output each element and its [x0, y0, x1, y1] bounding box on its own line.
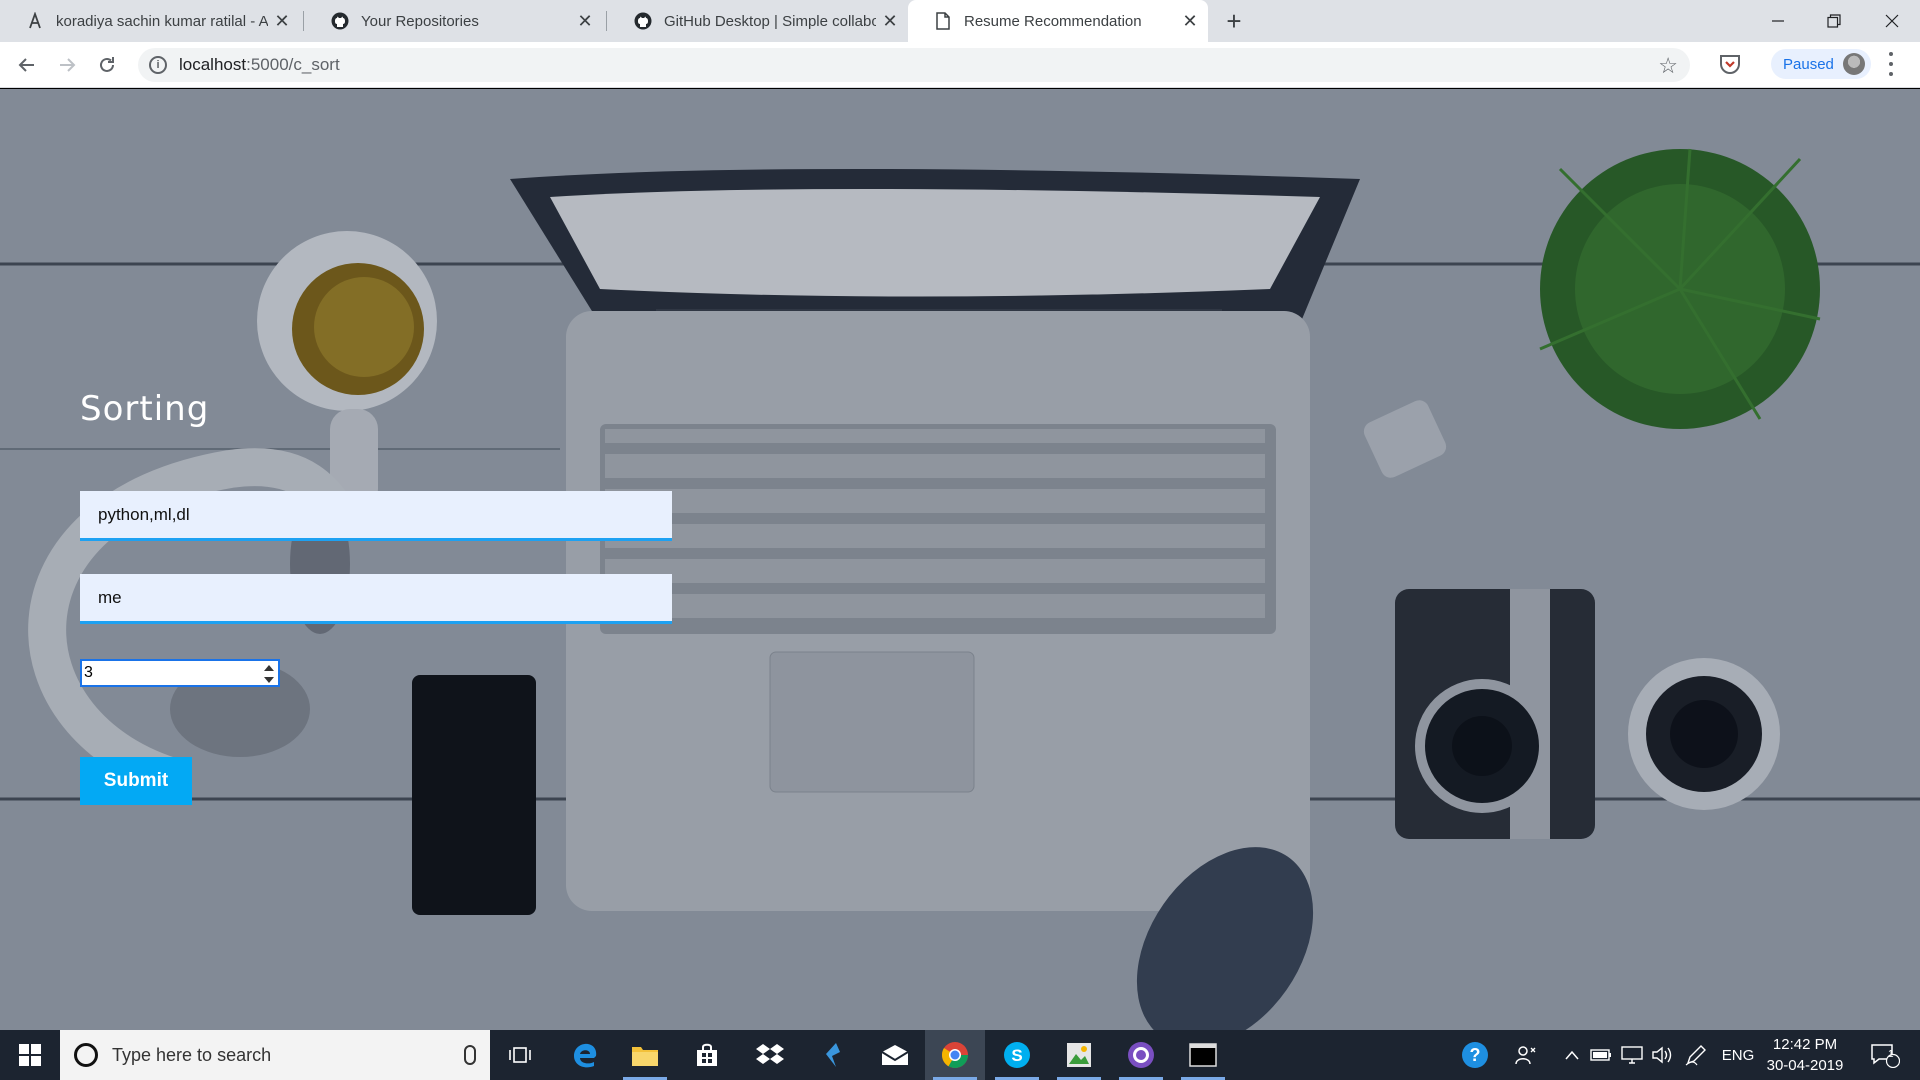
taskbar-clock[interactable]: 12:42 PM 30-04-2019 — [1760, 1034, 1850, 1076]
store-icon[interactable] — [677, 1030, 737, 1080]
clock-date: 30-04-2019 — [1766, 1057, 1844, 1074]
reload-button[interactable] — [91, 49, 123, 81]
tab-divider — [303, 11, 304, 31]
avatar — [1843, 53, 1865, 75]
taskbar-search-box[interactable]: Type here to search — [60, 1030, 490, 1080]
github-icon — [331, 12, 349, 30]
tab-title: Resume Recommendation — [964, 12, 1142, 30]
forward-button[interactable] — [51, 49, 83, 81]
tab-title: Your Repositories — [361, 12, 479, 30]
profile-status: Paused — [1783, 55, 1834, 73]
help-icon[interactable]: ? — [1455, 1030, 1495, 1080]
image-viewer-icon[interactable] — [1049, 1030, 1109, 1080]
tab-title: GitHub Desktop | Simple collabo — [664, 12, 876, 30]
tab-resume-recommendation[interactable]: Resume Recommendation ✕ — [908, 0, 1208, 42]
tab-title: koradiya sachin kumar ratilal - Ar — [56, 12, 268, 30]
page-content: Sorting python,ml,dl me 3 Submit — [0, 89, 1920, 1030]
visual-studio-code-icon[interactable] — [802, 1030, 862, 1080]
skills-input[interactable]: python,ml,dl — [80, 491, 672, 541]
skype-icon[interactable]: S — [987, 1030, 1047, 1080]
pocket-extension-icon[interactable] — [1718, 54, 1742, 76]
tab-hackerearth[interactable]: koradiya sachin kumar ratilal - Ar ✕ — [0, 0, 300, 42]
close-icon[interactable]: ✕ — [876, 7, 904, 35]
browser-toolbar: i localhost:5000/c_sort ☆ — [0, 42, 1920, 88]
restore-button[interactable] — [1806, 0, 1862, 42]
page-title: Sorting — [80, 389, 210, 429]
svg-text:S: S — [1011, 1046, 1022, 1065]
github-desktop-icon[interactable] — [1111, 1030, 1171, 1080]
language-indicator[interactable]: ENG — [1718, 1030, 1758, 1080]
window-close-button[interactable] — [1864, 0, 1920, 42]
minimize-button[interactable] — [1750, 0, 1806, 42]
chrome-icon[interactable] — [925, 1030, 985, 1080]
people-icon[interactable] — [1510, 1030, 1542, 1080]
url-path: :5000/c_sort — [246, 55, 340, 74]
address-bar[interactable]: i localhost:5000/c_sort ☆ — [138, 48, 1690, 82]
chevron-up-icon[interactable] — [1560, 1030, 1584, 1080]
edge-icon[interactable] — [555, 1030, 615, 1080]
site-info-icon[interactable]: i — [149, 56, 167, 74]
tab-divider — [606, 11, 607, 31]
network-icon[interactable] — [1618, 1030, 1646, 1080]
task-view-icon[interactable] — [490, 1030, 550, 1080]
spinner-arrows-icon[interactable] — [264, 665, 274, 683]
new-tab-button[interactable]: + — [1219, 6, 1249, 36]
dropbox-icon[interactable] — [740, 1030, 800, 1080]
notification-count: 1 — [1888, 1049, 1894, 1060]
clock-time: 12:42 PM — [1772, 1036, 1838, 1053]
hackerearth-icon — [26, 12, 44, 30]
close-icon[interactable]: ✕ — [1176, 7, 1204, 35]
search-placeholder: Type here to search — [112, 1044, 272, 1065]
count-number-input[interactable]: 3 — [80, 659, 280, 687]
browser-menu-icon[interactable] — [1886, 52, 1896, 76]
submit-button[interactable]: Submit — [80, 757, 192, 805]
svg-text:?: ? — [1470, 1045, 1481, 1065]
back-button[interactable] — [11, 49, 43, 81]
volume-icon[interactable] — [1648, 1030, 1676, 1080]
mail-icon[interactable] — [865, 1030, 925, 1080]
battery-icon[interactable] — [1588, 1030, 1614, 1080]
close-icon[interactable]: ✕ — [268, 7, 296, 35]
start-button[interactable] — [0, 1030, 60, 1080]
terminal-icon[interactable] — [1173, 1030, 1233, 1080]
tab-github-desktop[interactable]: GitHub Desktop | Simple collabo ✕ — [608, 0, 908, 42]
windows-taskbar: Type here to search S ? ENG 12:42 PM 30-… — [0, 1030, 1920, 1080]
close-icon[interactable]: ✕ — [571, 7, 599, 35]
bookmark-star-icon[interactable]: ☆ — [1658, 53, 1678, 79]
text-input[interactable]: me — [80, 574, 672, 624]
windows-logo-icon — [19, 1044, 41, 1066]
tab-your-repositories[interactable]: Your Repositories ✕ — [305, 0, 603, 42]
url-host: localhost — [179, 55, 247, 74]
github-icon — [634, 12, 652, 30]
tab-strip: koradiya sachin kumar ratilal - Ar ✕ You… — [0, 0, 1920, 42]
profile-button[interactable]: Paused — [1771, 49, 1871, 79]
file-explorer-icon[interactable] — [615, 1030, 675, 1080]
count-value: 3 — [84, 664, 93, 681]
notification-center-icon[interactable]: 1 — [1860, 1030, 1910, 1080]
document-icon — [934, 12, 952, 30]
cortana-icon — [74, 1043, 98, 1067]
microphone-icon[interactable] — [464, 1045, 476, 1065]
background-overlay — [0, 89, 1920, 1030]
pen-workspace-icon[interactable] — [1682, 1030, 1710, 1080]
